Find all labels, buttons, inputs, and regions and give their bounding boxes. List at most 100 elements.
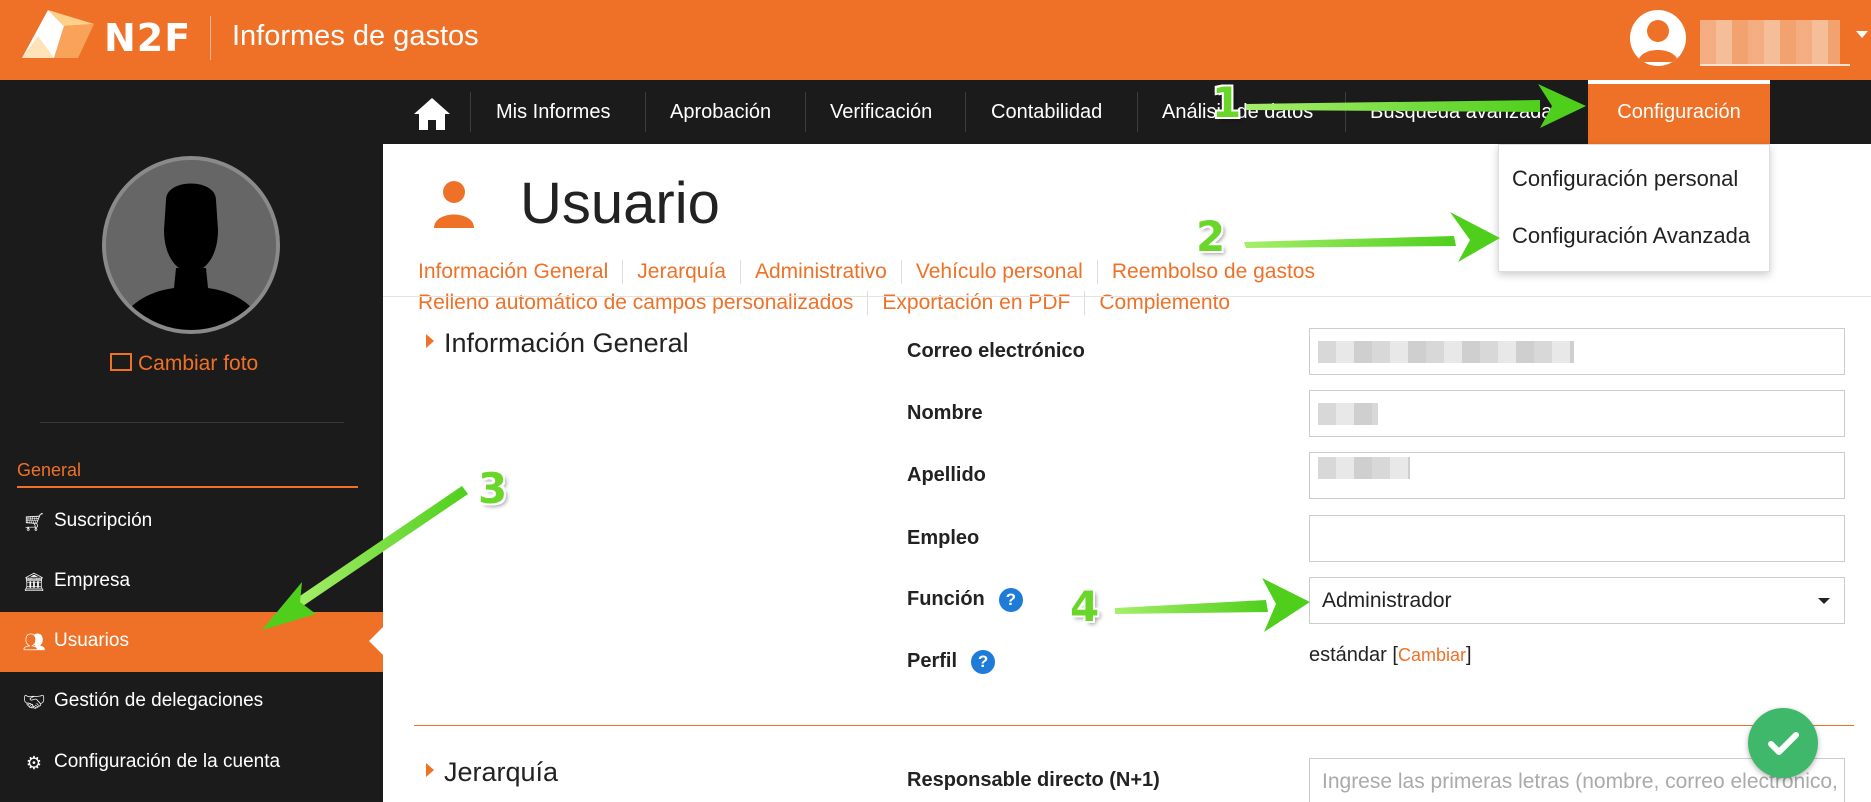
page-title: Usuario (520, 171, 720, 236)
config-dropdown (1498, 144, 1770, 272)
section-informacion-general[interactable]: Información General (426, 328, 689, 359)
change-photo-link[interactable]: Cambiar foto (110, 352, 258, 376)
profile-value-text: estándar (1309, 644, 1387, 666)
tab-vehiculo-personal[interactable]: Vehículo personal (900, 260, 1097, 284)
tab-exportacion-pdf[interactable]: Exportación en PDF (867, 291, 1084, 315)
sidebar-item-label: Suscripción (54, 510, 153, 531)
first-name-redacted (1318, 403, 1378, 425)
user-name-underline (1700, 64, 1850, 66)
profile-photo[interactable] (102, 156, 280, 334)
section-divider (414, 725, 1854, 726)
label-apellido: Apellido (907, 464, 986, 486)
arrow-2 (1244, 212, 1500, 262)
header-divider (210, 16, 211, 60)
app-title: Informes de gastos (232, 20, 479, 52)
caret-right-icon (426, 334, 434, 348)
arrow-4 (1115, 578, 1310, 632)
nav-aprobacion[interactable]: Aprobación (670, 80, 771, 144)
last-name-redacted (1318, 457, 1410, 479)
step-2-label: 2 (1196, 212, 1226, 261)
user-menu-caret-icon[interactable] (1856, 31, 1868, 38)
nav-divider (645, 92, 646, 132)
tab-relleno-automatico[interactable]: Relleno automático de campos personaliza… (418, 291, 867, 315)
sidebar-item-label: Gestión de delegaciones (54, 690, 264, 711)
user-silhouette-icon (1631, 11, 1685, 65)
nav-divider (805, 92, 806, 132)
check-icon (1768, 732, 1799, 755)
job-field[interactable] (1309, 515, 1845, 562)
sidebar-item-label: Usuarios (54, 630, 129, 651)
app-window: N2F Informes de gastos Mis Informes Apro… (0, 0, 1871, 802)
help-icon[interactable]: ? (998, 588, 1023, 612)
user-page-icon (434, 181, 474, 228)
cart-icon: 🛒︎ (22, 512, 46, 532)
sidebar-divider (40, 422, 344, 423)
user-name-redacted[interactable] (1700, 20, 1840, 64)
step-1-label: 1 (1212, 78, 1242, 127)
tab-administrativo[interactable]: Administrativo (739, 260, 901, 284)
tab-jerarquia[interactable]: Jerarquía (622, 260, 740, 284)
chevron-down-icon (1818, 598, 1830, 604)
tab-complemento[interactable]: Complemento (1084, 291, 1244, 315)
step-3-label: 3 (478, 464, 508, 513)
tab-reembolso-gastos[interactable]: Reembolso de gastos (1096, 260, 1329, 284)
handshake-icon: 🤝︎ (22, 692, 46, 712)
sidebar-section-general: General (17, 460, 82, 480)
nav-divider (965, 92, 966, 132)
label-responsable: Responsable directo (N+1) (907, 769, 1160, 791)
last-name-field[interactable] (1309, 452, 1845, 499)
save-button[interactable] (1748, 708, 1818, 778)
nav-busqueda-avanzada[interactable]: Búsqueda avanzada (1370, 80, 1552, 144)
nav-divider (1345, 92, 1346, 132)
nav-contabilidad[interactable]: Contabilidad (991, 80, 1102, 144)
brand-name[interactable]: N2F (104, 16, 191, 60)
home-icon[interactable] (410, 94, 454, 134)
label-perfil: Perfil? (907, 650, 996, 674)
image-icon (110, 353, 132, 372)
tabs-divider (383, 296, 1871, 297)
first-name-field[interactable] (1309, 390, 1845, 437)
label-funcion-text: Función (907, 588, 985, 610)
sidebar-item-configuracion-cuenta[interactable]: ⚙︎ Configuración de la cuenta (0, 733, 383, 793)
nav-divider (470, 92, 471, 132)
tab-informacion-general[interactable]: Información General (418, 260, 622, 284)
section-title: Información General (444, 328, 689, 358)
sidebar-item-usuarios[interactable]: 👥︎ Usuarios (0, 612, 383, 672)
step-4-label: 4 (1070, 582, 1100, 631)
dropdown-item-personal[interactable]: Configuración personal (1512, 166, 1738, 192)
email-field[interactable] (1309, 328, 1845, 375)
label-email: Correo electrónico (907, 340, 1085, 362)
section-title: Jerarquía (444, 757, 559, 787)
n2f-logo-icon (22, 10, 94, 58)
label-empleo: Empleo (907, 527, 980, 549)
role-select-value: Administrador (1322, 589, 1452, 612)
user-avatar[interactable] (1630, 10, 1686, 66)
nav-mis-informes[interactable]: Mis Informes (496, 80, 610, 144)
label-funcion: Función? (907, 588, 1023, 612)
help-icon[interactable]: ? (971, 650, 996, 674)
person-silhouette-icon (106, 160, 276, 330)
active-item-notch (369, 627, 383, 655)
section-jerarquia[interactable]: Jerarquía (426, 757, 558, 788)
role-select[interactable]: Administrador (1309, 577, 1845, 624)
dropdown-item-avanzada[interactable]: Configuración Avanzada (1512, 223, 1750, 249)
email-redacted (1318, 341, 1574, 363)
cogs-icon: ⚙︎ (25, 753, 43, 773)
label-perfil-text: Perfil (907, 650, 958, 672)
sidebar-item-empresa[interactable]: 🏛︎ Empresa (0, 552, 383, 612)
label-nombre: Nombre (907, 402, 983, 424)
users-icon: 👥︎ (22, 632, 46, 652)
sidebar-item-delegaciones[interactable]: 🤝︎ Gestión de delegaciones (0, 672, 383, 732)
sidebar-item-label: Configuración de la cuenta (54, 751, 281, 772)
nav-configuracion-label[interactable]: Configuración (1588, 80, 1770, 144)
sidebar-item-label: Empresa (54, 570, 131, 591)
change-photo-label: Cambiar foto (138, 352, 259, 375)
profile-value: estándar [Cambiar] (1309, 644, 1472, 666)
profile-change-link[interactable]: Cambiar (1398, 645, 1466, 665)
subtabs-row-2: Relleno automático de campos personaliza… (418, 291, 1244, 315)
subtabs-row-1: Información General Jerarquía Administrati… (418, 260, 1329, 284)
nav-verificacion[interactable]: Verificación (830, 80, 932, 144)
sidebar-section-underline (17, 486, 358, 488)
sidebar-item-suscripcion[interactable]: 🛒︎ Suscripción (0, 492, 383, 552)
caret-right-icon (426, 763, 434, 777)
